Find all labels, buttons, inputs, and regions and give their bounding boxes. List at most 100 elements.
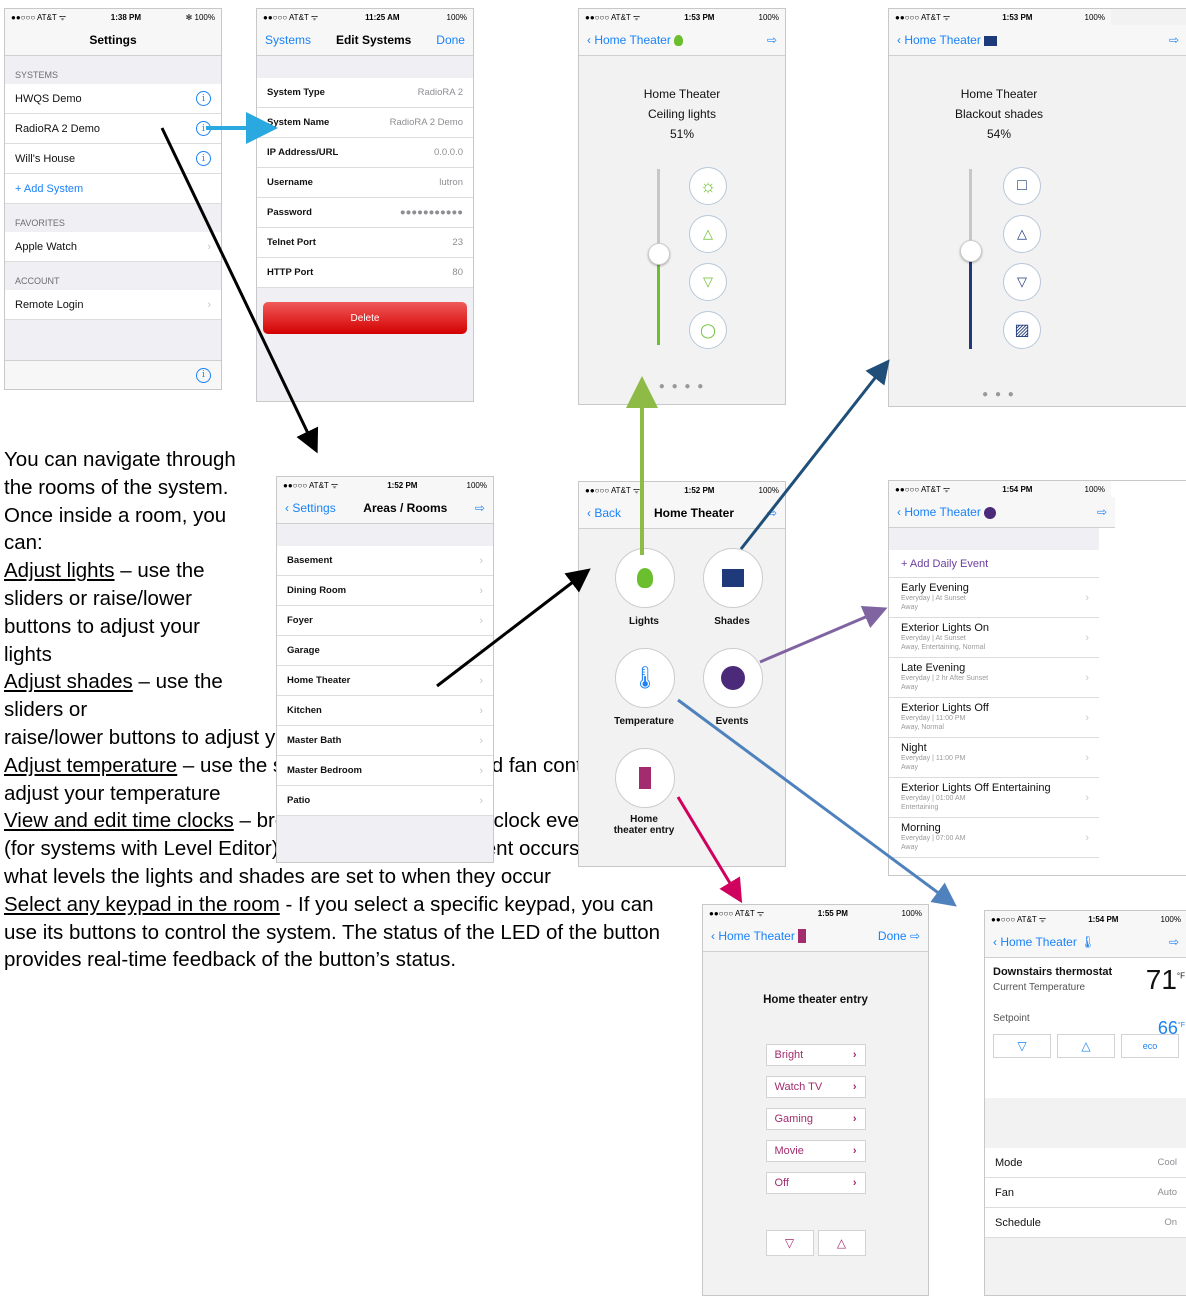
- open-button[interactable]: □: [1003, 167, 1041, 205]
- lights-button[interactable]: [615, 548, 675, 608]
- lower-button[interactable]: ▽: [689, 263, 727, 301]
- full-on-button[interactable]: ☼: [689, 167, 727, 205]
- share-icon[interactable]: ⇨: [1169, 935, 1179, 949]
- lower-button[interactable]: ▽: [765, 1230, 814, 1256]
- room-row[interactable]: Master Bath ›: [277, 726, 493, 756]
- system-row[interactable]: HWQS Demo i: [5, 84, 221, 114]
- home-theater-back-button[interactable]: ‹ Home Theater 🌡: [993, 935, 1095, 949]
- system-row[interactable]: Will's House i: [5, 144, 221, 174]
- home-theater-back-button[interactable]: ‹ Home Theater: [711, 929, 807, 944]
- shade-icon: [984, 35, 998, 46]
- shade-icon: [722, 569, 744, 587]
- shades-button[interactable]: [703, 548, 763, 608]
- back-button[interactable]: ‹ Back: [587, 506, 621, 520]
- page-title: Home Theater: [653, 506, 734, 520]
- event-row[interactable]: Exterior Lights Off Entertaining Everyday…: [889, 778, 1099, 818]
- keypad-scene-button[interactable]: Watch TV ›: [765, 1076, 866, 1098]
- share-icon[interactable]: ⇨: [1097, 505, 1107, 519]
- field-row[interactable]: Telnet Port 23: [257, 228, 473, 258]
- field-row[interactable]: Password ●●●●●●●●●●●: [257, 198, 473, 228]
- room-row[interactable]: Master Bedroom ›: [277, 756, 493, 786]
- share-icon[interactable]: ⇨: [767, 506, 777, 520]
- event-row[interactable]: Exterior Lights On Everyday | At Sunset Aw…: [889, 618, 1099, 658]
- events-label: Events: [715, 716, 749, 727]
- events-screen: ●●○○○ AT&T ᯤ 1:54 PM 100% ‹ Home Theater…: [888, 480, 1186, 876]
- event-row[interactable]: Early Evening Everyday | At Sunset Away ›: [889, 578, 1099, 618]
- status-bar: ●●○○○ AT&T ᯤ 1:38 PM ✻ 100%: [5, 9, 221, 25]
- room-row[interactable]: Patio ›: [277, 786, 493, 816]
- shade-slider[interactable]: [960, 169, 982, 349]
- share-icon[interactable]: ⇨: [475, 501, 485, 515]
- info-icon[interactable]: i: [196, 367, 211, 383]
- off-button[interactable]: ◯: [689, 311, 727, 349]
- remote-login-row[interactable]: Remote Login ›: [5, 290, 221, 320]
- field-row[interactable]: HTTP Port 80: [257, 258, 473, 288]
- fan-row[interactable]: Fan Auto: [985, 1178, 1186, 1208]
- chevron-right-icon: ›: [1085, 672, 1089, 684]
- keypad-scene-button[interactable]: Bright ›: [765, 1044, 866, 1066]
- info-icon[interactable]: i: [196, 121, 211, 136]
- field-row[interactable]: Username lutron: [257, 168, 473, 198]
- add-event-button[interactable]: + Add Daily Event: [889, 550, 1099, 578]
- page-indicator: ● ● ● ●: [658, 381, 706, 392]
- raise-button[interactable]: △: [689, 215, 727, 253]
- favorites-row[interactable]: Apple Watch ›: [5, 232, 221, 262]
- field-row[interactable]: IP Address/URL 0.0.0.0: [257, 138, 473, 168]
- room-row[interactable]: Home Theater ›: [277, 666, 493, 696]
- lights-screen: ●●○○○ AT&T ᯤ 1:53 PM 100% ‹ Home Theater…: [578, 8, 786, 405]
- raise-button[interactable]: △: [1003, 215, 1041, 253]
- done-button[interactable]: Done: [878, 929, 907, 943]
- add-system-button[interactable]: + Add System: [5, 174, 221, 204]
- status-bar: ●●○○○ AT&T ᯤ 1:52 PM 100%: [277, 477, 493, 493]
- section-header: FAVORITES: [15, 218, 65, 228]
- chevron-right-icon: ›: [479, 764, 483, 777]
- slider-thumb[interactable]: [648, 243, 670, 266]
- field-row[interactable]: System Type RadioRA 2: [257, 78, 473, 108]
- setpoint-raise-button[interactable]: △: [1057, 1034, 1115, 1058]
- settings-back-button[interactable]: ‹ Settings: [285, 501, 336, 515]
- home-theater-back-button[interactable]: ‹ Home Theater: [897, 33, 998, 47]
- lower-button[interactable]: ▽: [1003, 263, 1041, 301]
- keypad-button[interactable]: [615, 748, 675, 808]
- chevron-right-icon: ›: [479, 734, 483, 747]
- event-row[interactable]: Exterior Lights Off Everyday | 11:00 PM Aw…: [889, 698, 1099, 738]
- done-button[interactable]: Done: [436, 33, 465, 47]
- slider-thumb[interactable]: [960, 239, 982, 262]
- event-row[interactable]: Night Everyday | 11:00 PM Away ›: [889, 738, 1099, 778]
- room-row[interactable]: Kitchen ›: [277, 696, 493, 726]
- share-icon[interactable]: ⇨: [1169, 33, 1179, 47]
- info-icon[interactable]: i: [196, 151, 211, 166]
- room-row[interactable]: Basement ›: [277, 546, 493, 576]
- room-row[interactable]: Foyer ›: [277, 606, 493, 636]
- thermometer-icon: 🌡: [631, 665, 659, 690]
- setpoint-lower-button[interactable]: ▽: [993, 1034, 1051, 1058]
- event-row[interactable]: Late Evening Everyday | 2 hr After Sunset…: [889, 658, 1099, 698]
- temperature-button[interactable]: 🌡: [615, 648, 675, 708]
- info-icon[interactable]: i: [196, 91, 211, 106]
- events-button[interactable]: [703, 648, 763, 708]
- edit-fields: System Type RadioRA 2 System Name RadioRA 2…: [257, 78, 473, 288]
- room-row[interactable]: Dining Room ›: [277, 576, 493, 606]
- systems-back-button[interactable]: Systems: [265, 33, 311, 47]
- mode-row[interactable]: Mode Cool: [985, 1148, 1186, 1178]
- home-theater-back-button[interactable]: ‹ Home Theater: [897, 505, 997, 519]
- event-row[interactable]: Morning Everyday | 07:00 AM Away ›: [889, 818, 1099, 858]
- light-slider[interactable]: [648, 169, 670, 345]
- keypad-scene-button[interactable]: Gaming ›: [765, 1108, 866, 1130]
- keypad-scene-button[interactable]: Movie ›: [765, 1140, 866, 1162]
- room-row[interactable]: Garage ›: [277, 636, 493, 666]
- raise-button[interactable]: △: [817, 1230, 866, 1256]
- share-icon[interactable]: ⇨: [910, 929, 920, 943]
- schedule-row[interactable]: Schedule On: [985, 1208, 1186, 1238]
- close-button[interactable]: ▨: [1003, 311, 1041, 349]
- keypad-scene-button[interactable]: Off ›: [765, 1172, 866, 1194]
- system-row[interactable]: RadioRA 2 Demo i: [5, 114, 221, 144]
- field-row[interactable]: System Name RadioRA 2 Demo: [257, 108, 473, 138]
- share-icon[interactable]: ⇨: [767, 33, 777, 47]
- nav-bar: Systems Edit Systems Done: [257, 25, 473, 56]
- nav-bar: ‹ Back Home Theater ⇨: [579, 498, 785, 529]
- home-theater-back-button[interactable]: ‹ Home Theater: [587, 33, 684, 47]
- delete-button[interactable]: Delete: [263, 302, 467, 334]
- clock-icon: [721, 666, 745, 690]
- status-bar: ●●○○○ AT&T ᯤ 1:53 PM 100%: [889, 9, 1111, 25]
